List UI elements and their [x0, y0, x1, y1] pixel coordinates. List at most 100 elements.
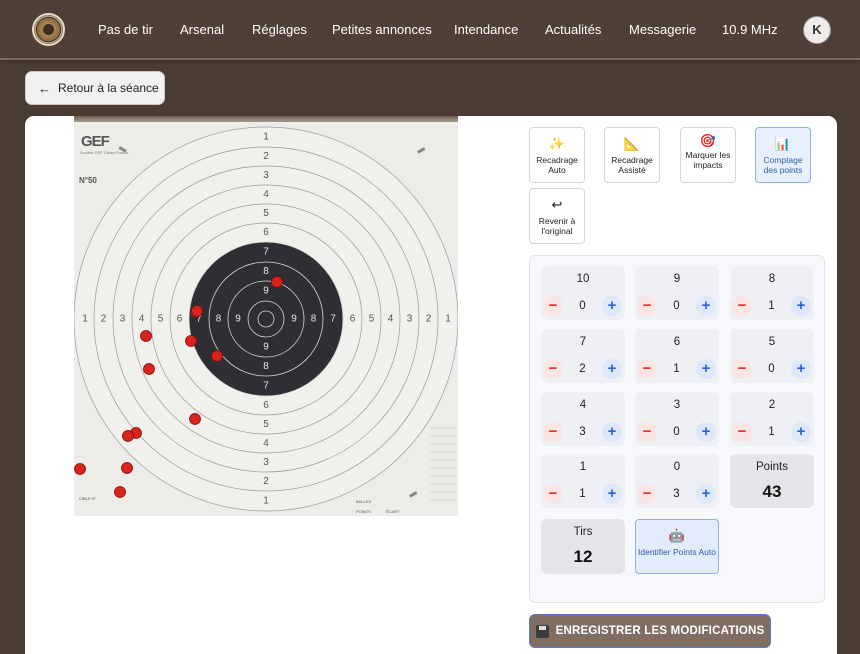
ring-label-4: 4	[139, 314, 145, 325]
back-to-session-button[interactable]: ← Retour à la séance	[25, 71, 165, 105]
nav-arsenal[interactable]: Arsenal	[180, 22, 224, 37]
tool-marquer-impacts[interactable]: 🎯 Marquer les impacts	[680, 127, 736, 183]
plus-button[interactable]: +	[791, 296, 811, 316]
score-cell-7: 7 − 2 +	[541, 329, 625, 383]
tool-label: Recadrage Auto	[536, 155, 578, 175]
impact-marker[interactable]	[191, 305, 203, 317]
tool-comptage-points[interactable]: 📊 Comptage des points	[755, 127, 811, 183]
bar-chart-icon: 📊	[774, 136, 792, 151]
score-count: 0	[579, 300, 586, 312]
robot-icon: 🤖	[668, 528, 686, 543]
score-count: 1	[673, 363, 680, 375]
ring-label-4: 4	[388, 314, 394, 325]
score-label: 4	[579, 399, 587, 411]
tool-recadrage-auto[interactable]: ✨ Recadrage Auto	[529, 127, 585, 183]
impact-marker[interactable]	[185, 335, 197, 347]
score-cell-10: 10 − 0 +	[541, 266, 625, 320]
pin-hole	[417, 147, 426, 154]
set-square-icon: 📐	[623, 136, 641, 151]
score-count: 0	[768, 363, 775, 375]
plus-button[interactable]: +	[696, 422, 716, 442]
nav-intendance[interactable]: Intendance	[454, 22, 518, 37]
gef-brand: GEF	[81, 133, 110, 150]
impact-marker[interactable]	[143, 363, 155, 375]
back-button-label: Retour à la séance	[58, 81, 159, 95]
minus-button[interactable]: −	[732, 296, 752, 316]
score-count: 0	[673, 426, 680, 438]
nav-petites-annonces[interactable]: Petites annonces	[332, 22, 432, 37]
nav-messagerie[interactable]: Messagerie	[629, 22, 696, 37]
nav-radio[interactable]: 10.9 MHz	[722, 22, 778, 37]
plus-button[interactable]: +	[602, 484, 622, 504]
ring-label-9: 9	[235, 314, 241, 325]
nav-reglages[interactable]: Réglages	[252, 22, 307, 37]
ring-label-2: 2	[426, 314, 432, 325]
score-cell-6: 6 − 1 +	[635, 329, 719, 383]
impact-marker[interactable]	[211, 350, 223, 362]
score-count: 3	[673, 488, 680, 500]
plus-button[interactable]: +	[696, 484, 716, 504]
plus-button[interactable]: +	[602, 422, 622, 442]
ring-label-8: 8	[263, 361, 269, 372]
minus-button[interactable]: −	[637, 484, 657, 504]
shots-total: Tirs 12	[541, 519, 625, 574]
minus-button[interactable]: −	[543, 296, 563, 316]
impact-marker[interactable]	[271, 276, 283, 288]
impact-marker[interactable]	[140, 330, 152, 342]
nav-pas-de-tir[interactable]: Pas de tir	[98, 22, 153, 37]
score-cell-9: 9 − 0 +	[635, 266, 719, 320]
score-label: 1	[579, 461, 587, 473]
ring-label-5: 5	[158, 314, 164, 325]
tool-recadrage-assiste[interactable]: 📐 Recadrage Assisté	[604, 127, 660, 183]
target-image[interactable]: 112222333344445555666677778888999911 GEF…	[74, 116, 458, 516]
minus-button[interactable]: −	[637, 359, 657, 379]
plus-button[interactable]: +	[791, 422, 811, 442]
ring-label-2: 2	[263, 476, 269, 487]
cible-label: CIBLE N°	[79, 496, 97, 501]
minus-button[interactable]: −	[637, 296, 657, 316]
impact-marker[interactable]	[189, 413, 201, 425]
ring-label-5: 5	[369, 314, 375, 325]
ring-label-3: 3	[407, 314, 413, 325]
plus-button[interactable]: +	[602, 359, 622, 379]
score-count: 0	[673, 300, 680, 312]
impact-marker[interactable]	[74, 463, 86, 475]
points-label: POINTS	[356, 509, 371, 514]
gef-brand-small: Société GEF Cibles France	[80, 150, 129, 155]
score-count: 1	[579, 488, 586, 500]
ecart-label: ÉCART	[386, 509, 400, 514]
ring-label-5: 5	[263, 419, 269, 430]
impact-marker[interactable]	[122, 430, 134, 442]
tool-label: Recadrage Assisté	[611, 155, 653, 175]
score-count: 1	[768, 426, 775, 438]
app-logo[interactable]	[32, 13, 65, 46]
impact-marker[interactable]	[121, 462, 133, 474]
nav-actualites[interactable]: Actualités	[545, 22, 601, 37]
ring-label-6: 6	[177, 314, 183, 325]
plus-button[interactable]: +	[602, 296, 622, 316]
score-cell-1: 1 − 1 +	[541, 454, 625, 508]
minus-button[interactable]: −	[637, 422, 657, 442]
score-cell-2: 2 − 1 +	[730, 392, 814, 446]
save-changes-button[interactable]: ENREGISTRER LES MODIFICATIONS	[529, 614, 771, 648]
minus-button[interactable]: −	[543, 359, 563, 379]
plus-button[interactable]: +	[696, 296, 716, 316]
ring-label-7: 7	[330, 314, 336, 325]
score-cell-8: 8 − 1 +	[730, 266, 814, 320]
ring-label-3: 3	[263, 170, 269, 181]
minus-button[interactable]: −	[732, 359, 752, 379]
ring-label-9: 9	[263, 342, 269, 353]
ring-label-8: 8	[216, 314, 222, 325]
plus-button[interactable]: +	[696, 359, 716, 379]
identify-points-auto-button[interactable]: 🤖 Identifier Points Auto	[635, 519, 719, 574]
user-avatar[interactable]: K	[803, 16, 831, 44]
ring-label-1: 1	[263, 496, 269, 507]
minus-button[interactable]: −	[543, 422, 563, 442]
impact-marker[interactable]	[114, 486, 126, 498]
minus-button[interactable]: −	[543, 484, 563, 504]
plus-button[interactable]: +	[791, 359, 811, 379]
score-label: 2	[768, 399, 776, 411]
tool-revenir-original[interactable]: ↩ Revenir à l'original	[529, 188, 585, 244]
minus-button[interactable]: −	[732, 422, 752, 442]
score-cell-5: 5 − 0 +	[730, 329, 814, 383]
